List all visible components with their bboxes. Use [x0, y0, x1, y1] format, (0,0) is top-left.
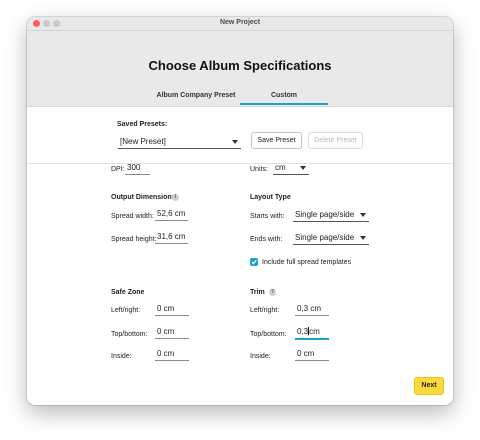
- trim-heading: Trim: [250, 289, 265, 296]
- spread-height-input[interactable]: 31,6 cm: [155, 232, 188, 244]
- trim-inside-label: Inside:: [250, 353, 271, 360]
- next-button[interactable]: Next: [414, 377, 444, 395]
- trim-top-bottom-label: Top/bottom:: [250, 331, 287, 338]
- page-title: Choose Album Specifications: [148, 58, 332, 73]
- starts-with-value: Single page/side: [295, 210, 355, 219]
- units-value: cm: [275, 163, 286, 172]
- spread-width-input[interactable]: 52,6 cm: [155, 209, 188, 221]
- safe-zone-left-right-input[interactable]: 0 cm: [155, 304, 189, 316]
- checkmark-icon: [251, 259, 257, 265]
- saved-presets-label: Saved Presets:: [117, 121, 168, 128]
- spread-height-label: Spread height:: [111, 236, 157, 243]
- trim-top-bottom-value: 0,3: [297, 327, 309, 336]
- delete-preset-button[interactable]: Delete Preset: [308, 132, 363, 149]
- trim-top-bottom-unit: cm: [309, 327, 320, 336]
- saved-presets-value: [New Preset]: [120, 137, 166, 146]
- safe-zone-top-bottom-label: Top/bottom:: [111, 331, 148, 338]
- dpi-label: DPI:: [111, 166, 125, 173]
- chevron-down-icon: [300, 166, 306, 170]
- output-dimensions-heading: Output Dimensions: [111, 194, 176, 201]
- units-select[interactable]: cm: [273, 162, 309, 175]
- title-bar: New Project: [27, 17, 453, 31]
- ends-with-select[interactable]: Single page/side: [293, 232, 369, 245]
- safe-zone-left-right-label: Left/right:: [111, 307, 141, 314]
- safe-zone-inside-input[interactable]: 0 cm: [155, 349, 189, 361]
- trim-left-right-input[interactable]: 0,3 cm: [295, 304, 329, 316]
- starts-with-label: Starts with:: [250, 213, 285, 220]
- help-icon[interactable]: ?: [269, 289, 276, 296]
- save-preset-button[interactable]: Save Preset: [251, 132, 302, 149]
- spread-width-label: Spread width:: [111, 213, 154, 220]
- trim-left-right-label: Left/right:: [250, 307, 280, 314]
- include-full-spread-checkbox[interactable]: [250, 258, 258, 266]
- starts-with-select[interactable]: Single page/side: [293, 209, 369, 222]
- trim-top-bottom-input[interactable]: 0,3cm: [295, 327, 329, 340]
- tab-album-company-preset[interactable]: Album Company Preset: [152, 88, 240, 105]
- info-icon[interactable]: i: [172, 194, 179, 201]
- chevron-down-icon: [360, 236, 366, 240]
- header: Choose Album Specifications Album Compan…: [27, 31, 453, 107]
- ends-with-label: Ends with:: [250, 236, 283, 243]
- safe-zone-top-bottom-input[interactable]: 0 cm: [155, 327, 189, 339]
- presets-section: Saved Presets: [New Preset] Save Preset …: [27, 107, 453, 164]
- safe-zone-heading: Safe Zone: [111, 289, 145, 296]
- safe-zone-inside-label: Inside:: [111, 353, 132, 360]
- layout-type-heading: Layout Type: [250, 194, 291, 201]
- saved-presets-select[interactable]: [New Preset]: [118, 136, 241, 149]
- tab-custom[interactable]: Custom: [240, 88, 328, 105]
- window-title: New Project: [219, 19, 261, 26]
- dpi-input[interactable]: 300: [125, 163, 150, 175]
- ends-with-value: Single page/side: [295, 233, 355, 242]
- trim-inside-input[interactable]: 0 cm: [295, 349, 329, 361]
- units-label: Units:: [250, 166, 268, 173]
- chevron-down-icon: [360, 213, 366, 217]
- app-window: New Project Choose Album Specifications …: [27, 17, 453, 405]
- chevron-down-icon: [232, 140, 238, 144]
- include-full-spread-label: Include full spread templates: [262, 259, 352, 266]
